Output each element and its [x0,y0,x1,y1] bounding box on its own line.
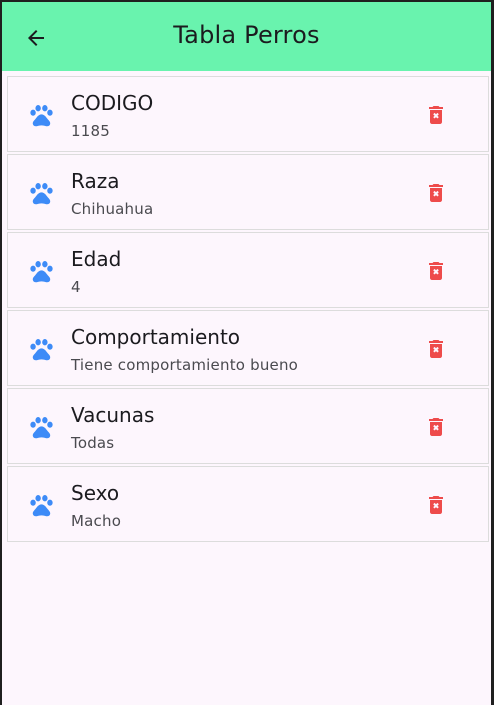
item-title: Raza [71,169,120,193]
list-item-comportamiento[interactable]: Comportamiento Tiene comportamiento buen… [7,310,489,386]
delete-forever-icon [429,106,443,124]
paw-icon [30,183,53,205]
paw-icon [30,261,53,283]
app-screen: Tabla Perros CODIGO 1185 Raza Chihuahua … [2,2,491,705]
delete-button[interactable] [420,489,452,521]
item-subtitle: Tiene comportamiento bueno [71,356,299,374]
paw-icon [30,417,53,439]
delete-button[interactable] [420,177,452,209]
page-title: Tabla Perros [173,21,320,49]
list-item-vacunas[interactable]: Vacunas Todas [7,388,489,464]
paw-icon [30,105,53,127]
delete-button[interactable] [420,99,452,131]
list-item-codigo[interactable]: CODIGO 1185 [7,76,489,152]
app-bar: Tabla Perros [2,2,491,71]
dog-attribute-list: CODIGO 1185 Raza Chihuahua Edad 4 Compor… [7,76,489,544]
delete-forever-icon [429,418,443,436]
item-title: Vacunas [71,403,155,427]
delete-button[interactable] [420,255,452,287]
delete-forever-icon [429,340,443,358]
list-item-sexo[interactable]: Sexo Macho [7,466,489,542]
paw-icon [30,495,53,517]
item-subtitle: Chihuahua [71,200,154,218]
delete-forever-icon [429,184,443,202]
delete-forever-icon [429,496,443,514]
item-subtitle: 1185 [71,122,110,140]
item-subtitle: Todas [71,434,115,452]
item-subtitle: 4 [71,278,81,296]
paw-icon [30,339,53,361]
list-item-raza[interactable]: Raza Chihuahua [7,154,489,230]
item-title: Comportamiento [71,325,241,349]
delete-forever-icon [429,262,443,280]
delete-button[interactable] [420,411,452,443]
delete-button[interactable] [420,333,452,365]
item-title: CODIGO [71,91,154,115]
list-item-edad[interactable]: Edad 4 [7,232,489,308]
item-title: Sexo [71,481,120,505]
item-subtitle: Macho [71,512,122,530]
item-title: Edad [71,247,122,271]
